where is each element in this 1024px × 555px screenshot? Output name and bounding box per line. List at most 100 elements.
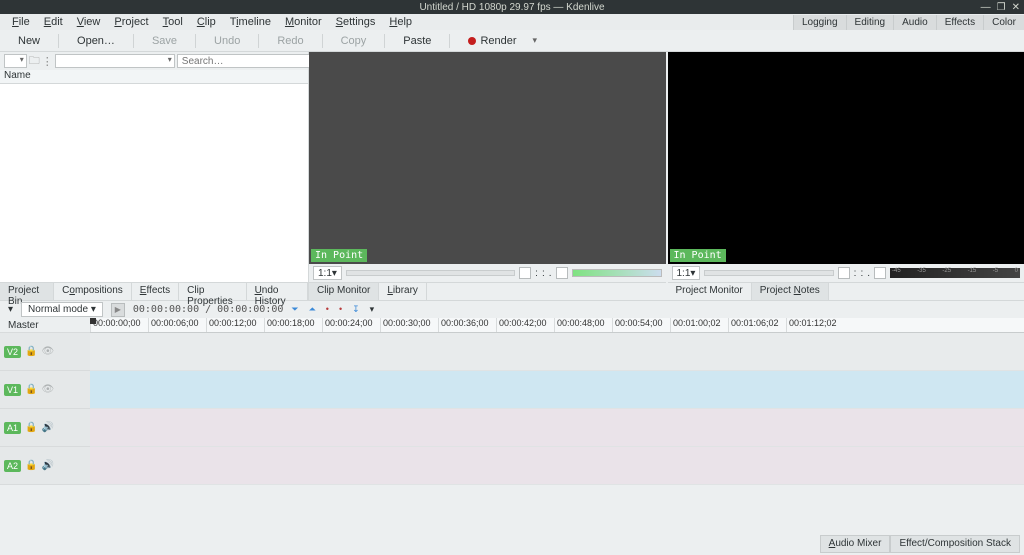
playhead-icon[interactable] <box>90 318 96 324</box>
audio-meter: -45 -35 -25 -15 -5 0 <box>890 268 1020 278</box>
maximize-icon[interactable]: ❐ <box>997 2 1006 13</box>
tab-effect-stack[interactable]: Effect/Composition Stack <box>890 535 1020 553</box>
track-header-a1[interactable]: A1 🔒 🔊 <box>0 409 90 447</box>
track-master[interactable]: Master <box>0 318 90 333</box>
project-zoom-select[interactable]: 1:1 ▾ <box>672 266 701 280</box>
copy-button[interactable]: Copy <box>331 33 377 49</box>
track-row-v2[interactable] <box>90 333 1024 371</box>
project-monitor-controls: 1:1 ▾ : : . -45 -35 -25 -15 -5 0 <box>668 264 1024 282</box>
project-bin-panel: 🗀 ⋮ ▾ Name Project Bin Compositions Effe… <box>0 52 309 300</box>
track-row-a1[interactable] <box>90 409 1024 447</box>
timeline: Master V2 🔒 👁 V1 🔒 👁 A1 🔒 🔊 A2 🔒 🔊 00:00… <box>0 318 1024 513</box>
tab-effects[interactable]: Effects <box>132 283 179 300</box>
timeline-mode-select[interactable]: Normal mode ▾ <box>21 302 103 317</box>
tab-audio-mixer[interactable]: Audio Mixer <box>820 535 891 553</box>
lock-icon[interactable]: 🔒 <box>25 422 37 433</box>
project-stop-button[interactable] <box>838 267 850 279</box>
lock-icon[interactable]: 🔒 <box>25 384 37 395</box>
track-badge-v2: V2 <box>4 346 21 358</box>
layout-audio[interactable]: Audio <box>893 15 936 30</box>
tab-project-bin[interactable]: Project Bin <box>0 283 54 300</box>
lock-icon[interactable]: 🔒 <box>25 460 37 471</box>
layout-effects[interactable]: Effects <box>936 15 983 30</box>
timeline-drop-icon[interactable]: ▾ <box>8 304 13 315</box>
menu-edit[interactable]: Edit <box>38 15 69 29</box>
render-button[interactable]: Render <box>458 33 526 49</box>
clip-levels <box>572 269 662 277</box>
menu-timeline[interactable]: Timeline <box>224 15 277 29</box>
clip-scrubber[interactable] <box>346 270 515 276</box>
clip-monitor-tabs: Clip Monitor Library <box>309 282 666 300</box>
menubar: File Edit View Project Tool Clip Timelin… <box>0 14 1024 30</box>
clip-stop-button[interactable] <box>519 267 531 279</box>
track-badge-a1: A1 <box>4 422 21 434</box>
track-badge-v1: V1 <box>4 384 21 396</box>
more-icon[interactable]: ⋮ <box>42 55 53 68</box>
tab-project-monitor[interactable]: Project Monitor <box>668 283 752 300</box>
track-row-v1[interactable] <box>90 371 1024 409</box>
track-header-v2[interactable]: V2 🔒 👁 <box>0 333 90 371</box>
speaker-icon[interactable]: 🔊 <box>41 460 53 471</box>
timeline-markers: ⏷ ⏶ • • ↧ ▾ <box>291 304 374 315</box>
play-button[interactable]: ▶ <box>111 303 125 317</box>
main-toolbar: New Open… Save Undo Redo Copy Paste Rend… <box>0 30 1024 52</box>
layout-tabs: Logging Editing Audio Effects Color <box>793 15 1024 30</box>
paste-button[interactable]: Paste <box>393 33 441 49</box>
menu-monitor[interactable]: Monitor <box>279 15 328 29</box>
timeline-ruler[interactable]: 00:00:00;00 00:00:06;00 00:00:12;00 00:0… <box>90 318 1024 333</box>
search-input[interactable] <box>177 54 319 68</box>
bin-body[interactable] <box>0 84 308 282</box>
folder-icon[interactable]: 🗀 <box>29 52 40 71</box>
menu-file[interactable]: File <box>6 15 36 29</box>
save-button[interactable]: Save <box>142 33 187 49</box>
menu-clip[interactable]: Clip <box>191 15 222 29</box>
menu-project[interactable]: Project <box>108 15 154 29</box>
layout-color[interactable]: Color <box>983 15 1024 30</box>
tab-library[interactable]: Library <box>379 283 427 300</box>
undo-button[interactable]: Undo <box>204 33 250 49</box>
menu-settings[interactable]: Settings <box>330 15 382 29</box>
layout-editing[interactable]: Editing <box>846 15 894 30</box>
tab-undo-history[interactable]: Undo History <box>247 283 308 300</box>
bin-filter-dropdown[interactable] <box>55 54 175 68</box>
project-monitor-screen[interactable]: In Point <box>668 52 1024 264</box>
tab-project-notes[interactable]: Project Notes <box>752 283 829 300</box>
marker-out-icon[interactable]: ⏶ <box>309 304 316 315</box>
clip-monitor-screen[interactable]: In Point <box>309 52 666 264</box>
speaker-icon[interactable]: 🔊 <box>41 422 53 433</box>
marker-more-icon[interactable]: ▾ <box>370 304 375 315</box>
track-area[interactable]: 00:00:00;00 00:00:06;00 00:00:12;00 00:0… <box>90 318 1024 513</box>
mute-icon[interactable]: 👁 <box>41 384 54 395</box>
lock-icon[interactable]: 🔒 <box>25 346 37 357</box>
clip-dot: . <box>549 268 552 279</box>
menu-help[interactable]: Help <box>383 15 418 29</box>
new-button[interactable]: New <box>8 33 50 49</box>
project-scrubber[interactable] <box>704 270 833 276</box>
marker-in-icon[interactable]: ⏷ <box>291 304 298 315</box>
bin-column-name[interactable]: Name <box>0 70 308 84</box>
tab-clip-monitor[interactable]: Clip Monitor <box>309 283 379 300</box>
clip-zoom-select[interactable]: 1:1 ▾ <box>313 266 342 280</box>
menu-tool[interactable]: Tool <box>157 15 189 29</box>
track-header-v1[interactable]: V1 🔒 👁 <box>0 371 90 409</box>
marker-red-icon[interactable]: • <box>326 304 329 315</box>
layout-logging[interactable]: Logging <box>793 15 846 30</box>
open-button[interactable]: Open… <box>67 33 125 49</box>
redo-button[interactable]: Redo <box>267 33 313 49</box>
mute-icon[interactable]: 👁 <box>41 346 54 357</box>
render-dropdown-icon[interactable]: ▾ <box>533 35 538 46</box>
track-header-a2[interactable]: A2 🔒 🔊 <box>0 447 90 485</box>
clip-stepper[interactable] <box>556 267 568 279</box>
track-row-a2[interactable] <box>90 447 1024 485</box>
menu-view[interactable]: View <box>71 15 107 29</box>
marker-blue-icon[interactable]: ↧ <box>352 304 360 315</box>
project-monitor: In Point 1:1 ▾ : : . -45 -35 -25 -15 -5 <box>668 52 1024 300</box>
close-icon[interactable]: ✕ <box>1012 2 1020 13</box>
record-icon <box>468 37 476 45</box>
minimize-icon[interactable]: — <box>981 2 991 13</box>
bin-view-dropdown[interactable] <box>4 54 27 68</box>
tab-compositions[interactable]: Compositions <box>54 283 132 300</box>
project-stepper[interactable] <box>874 267 886 279</box>
tab-clip-properties[interactable]: Clip Properties <box>179 283 246 300</box>
marker-red2-icon[interactable]: • <box>339 304 342 315</box>
